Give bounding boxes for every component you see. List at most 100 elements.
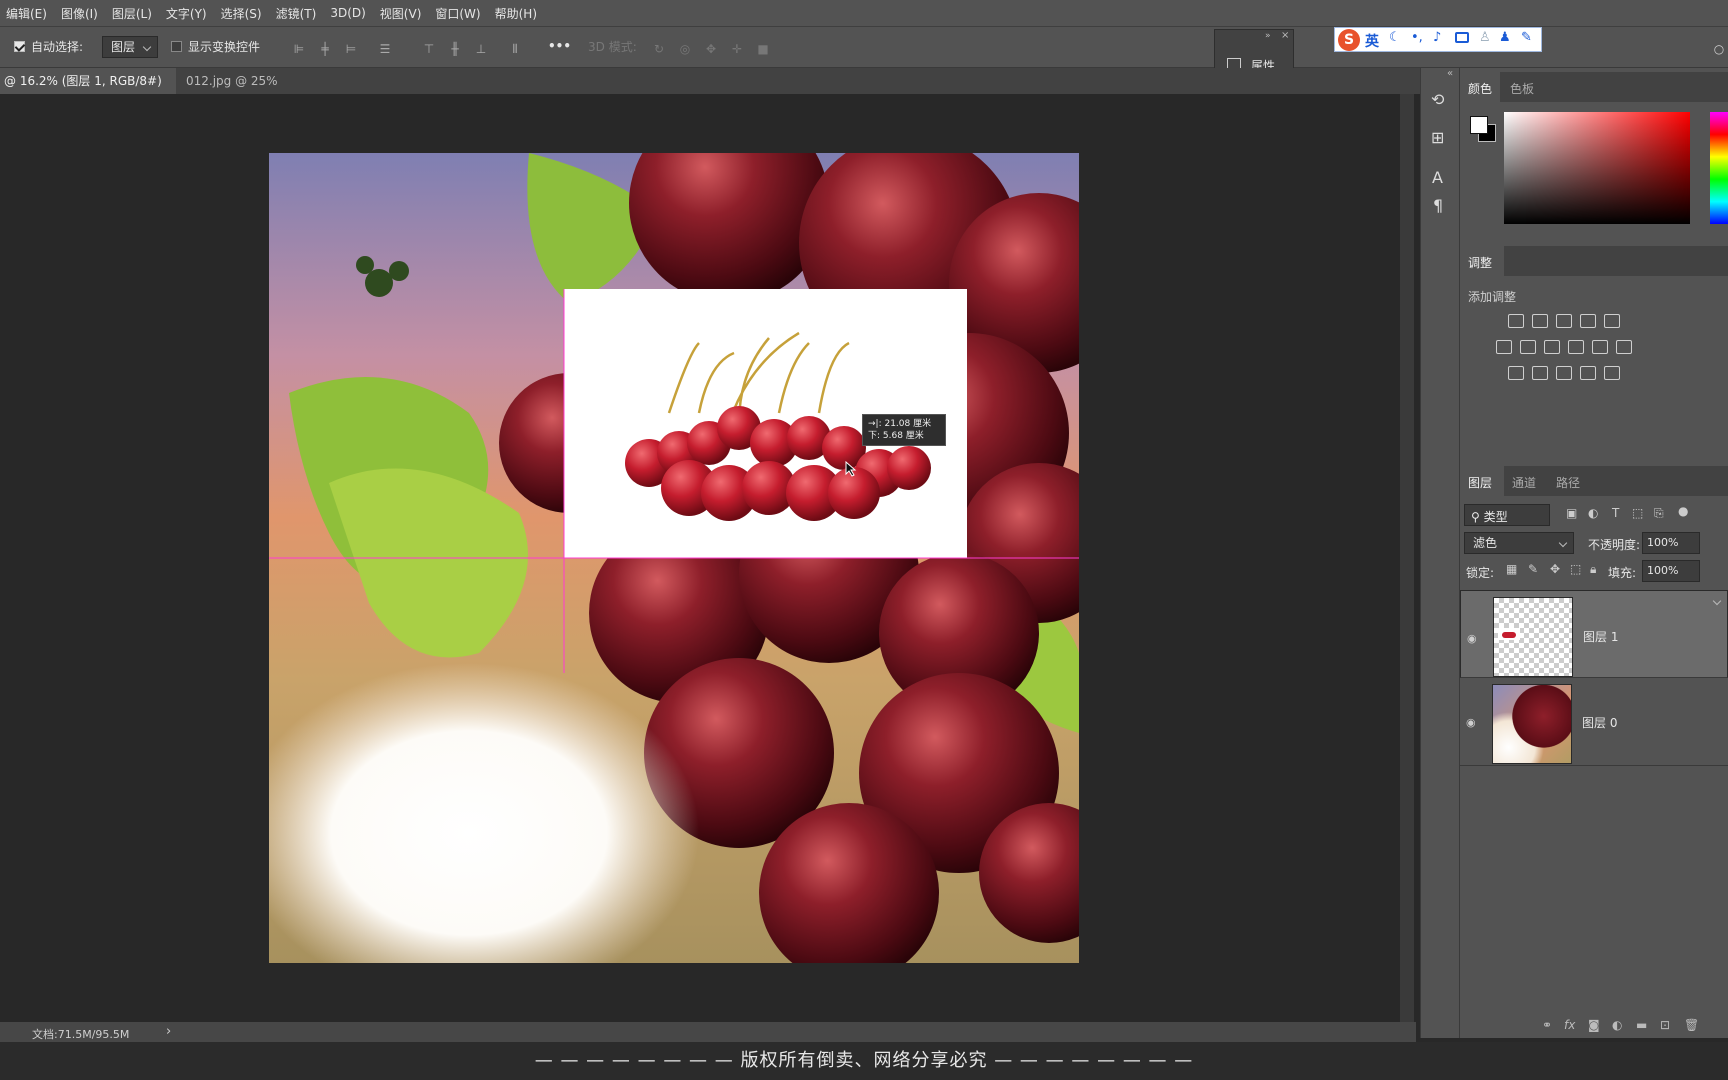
character-icon[interactable]: A [1432, 168, 1443, 187]
add-mask-icon[interactable]: ◙ [1588, 1018, 1600, 1032]
vibrance-icon[interactable] [1604, 314, 1620, 328]
vertical-scrollbar[interactable] [1400, 94, 1414, 1024]
brightness-icon[interactable] [1508, 314, 1524, 328]
tab-swatches[interactable]: 色板 [1510, 80, 1534, 97]
black-white-icon[interactable] [1544, 340, 1560, 354]
visibility-eye-icon[interactable]: ◉ [1466, 716, 1480, 729]
invert-icon[interactable] [1508, 366, 1524, 380]
layer-row-layer-0[interactable]: ◉ 图层 0 [1460, 678, 1728, 766]
menu-image[interactable]: 图像(I) [55, 5, 106, 22]
opacity-input[interactable]: 100% [1642, 532, 1700, 554]
wrench-icon[interactable]: ✎ [1521, 30, 1532, 45]
3d-roll-icon[interactable]: ◎ [678, 42, 692, 56]
new-layer-icon[interactable]: ⊡ [1660, 1018, 1670, 1032]
pixel-filter-icon[interactable]: ▣ [1566, 506, 1577, 520]
align-hcenter-icon[interactable]: ╪ [318, 42, 332, 56]
auto-select-checkbox[interactable] [14, 41, 25, 52]
menu-window[interactable]: 窗口(W) [429, 5, 488, 22]
menu-filter[interactable]: 滤镜(T) [270, 5, 325, 22]
menu-view[interactable]: 视图(V) [374, 5, 430, 22]
align-top-icon[interactable]: ⊤ [422, 42, 436, 56]
gradient-map-icon[interactable] [1604, 366, 1620, 380]
search-icon[interactable]: ○ [1712, 42, 1726, 56]
auto-select-option[interactable]: 自动选择: [14, 38, 83, 55]
user-icon[interactable]: ♙ [1479, 30, 1491, 45]
lock-image-icon[interactable]: ✎ [1528, 562, 1538, 576]
menu-type[interactable]: 文字(Y) [160, 5, 215, 22]
tab-adjustments[interactable]: 调整 [1468, 254, 1492, 271]
skin-icon[interactable]: ♟ [1499, 30, 1511, 45]
lock-all-icon[interactable]: 🔒︎ [1590, 562, 1596, 577]
foreground-color-swatch[interactable] [1470, 116, 1488, 134]
collapse-icon[interactable]: « [1447, 68, 1453, 79]
new-adjustment-icon[interactable]: ◐ [1612, 1018, 1622, 1032]
clone-source-icon[interactable]: ⊞ [1431, 128, 1444, 147]
new-group-icon[interactable]: ▬ [1636, 1018, 1647, 1032]
menu-3d[interactable]: 3D(D) [324, 6, 373, 20]
lock-transparent-icon[interactable]: ▦ [1506, 562, 1517, 576]
curves-icon[interactable] [1556, 314, 1572, 328]
link-layers-icon[interactable]: ⚭ [1542, 1018, 1552, 1032]
distribute-vertical-icon[interactable]: ⫴ [508, 42, 522, 56]
delete-layer-icon[interactable]: 🗑︎ [1684, 1018, 1699, 1032]
channel-mixer-icon[interactable] [1592, 340, 1608, 354]
show-transform-checkbox[interactable] [171, 41, 182, 52]
3d-rotate-icon[interactable]: ↻ [652, 42, 666, 56]
status-menu-arrow-icon[interactable]: › [166, 1024, 171, 1039]
distribute-icon[interactable]: ☰ [378, 42, 392, 56]
align-right-icon[interactable]: ⊨ [344, 42, 358, 56]
align-bottom-icon[interactable]: ⊥ [474, 42, 488, 56]
levels-icon[interactable] [1532, 314, 1548, 328]
document-canvas[interactable] [269, 153, 1079, 963]
3d-scale-icon[interactable]: ■ [756, 42, 770, 56]
adjustment-filter-icon[interactable]: ◐ [1588, 506, 1598, 520]
hue-slider[interactable] [1710, 112, 1728, 224]
tab-layers[interactable]: 图层 [1468, 474, 1492, 491]
more-options-button[interactable]: ••• [548, 39, 571, 53]
ime-lang-toggle[interactable]: 英 [1365, 31, 1379, 51]
microphone-icon[interactable]: ♪ [1433, 30, 1441, 45]
layer-row-layer-1[interactable]: ◉ 图层 1 [1460, 590, 1728, 678]
moon-icon[interactable]: ☾ [1389, 30, 1401, 45]
align-left-icon[interactable]: ⊫ [292, 42, 306, 56]
paragraph-icon[interactable]: ¶ [1433, 196, 1443, 215]
tab-document-2[interactable]: 012.jpg @ 25%(RGB/8#)× [182, 68, 342, 114]
punctuation-icon[interactable]: •, [1411, 30, 1423, 45]
menu-layer[interactable]: 图层(L) [106, 5, 160, 22]
align-vcenter-icon[interactable]: ╫ [448, 42, 462, 56]
sogou-logo-icon[interactable]: S [1338, 29, 1360, 51]
3d-slide-icon[interactable]: ✛ [730, 42, 744, 56]
lock-artboard-icon[interactable]: ⬚ [1570, 562, 1581, 576]
menu-edit[interactable]: 编辑(E) [0, 5, 55, 22]
collapse-icon[interactable]: » [1265, 31, 1271, 41]
show-transform-option[interactable]: 显示变换控件 [171, 38, 260, 55]
tab-paths[interactable]: 路径 [1556, 474, 1580, 491]
canvas-workspace[interactable] [0, 94, 1402, 1024]
3d-pan-icon[interactable]: ✥ [704, 42, 718, 56]
type-filter-icon[interactable]: T [1612, 506, 1619, 520]
layer-name[interactable]: 图层 0 [1582, 714, 1617, 731]
blend-mode-dropdown[interactable]: 滤色 [1464, 532, 1574, 554]
filter-toggle-icon[interactable]: ● [1678, 504, 1688, 518]
exposure-icon[interactable] [1580, 314, 1596, 328]
shape-filter-icon[interactable]: ⬚ [1632, 506, 1643, 520]
menu-help[interactable]: 帮助(H) [489, 5, 545, 22]
history-icon[interactable]: ⟲ [1431, 90, 1444, 109]
tab-document-1[interactable]: @ 16.2% (图层 1, RGB/8#) *× [0, 68, 176, 114]
threshold-icon[interactable] [1556, 366, 1572, 380]
lock-position-icon[interactable]: ✥ [1550, 562, 1560, 576]
color-picker-field[interactable] [1504, 112, 1690, 224]
tab-color[interactable]: 颜色 [1468, 80, 1492, 97]
layer-filter-dropdown[interactable]: ⚲ 类型 [1464, 504, 1550, 526]
layer-style-icon[interactable]: fx [1564, 1018, 1575, 1032]
close-icon[interactable]: × [1281, 30, 1289, 41]
tab-channels[interactable]: 通道 [1512, 474, 1536, 491]
selective-color-icon[interactable] [1580, 366, 1596, 380]
hue-saturation-icon[interactable] [1496, 340, 1512, 354]
keyboard-icon[interactable] [1455, 32, 1469, 43]
color-lookup-icon[interactable] [1616, 340, 1632, 354]
color-balance-icon[interactable] [1520, 340, 1536, 354]
smart-object-filter-icon[interactable]: ⎘ [1654, 506, 1664, 521]
photo-filter-icon[interactable] [1568, 340, 1584, 354]
layer-name[interactable]: 图层 1 [1583, 627, 1618, 647]
